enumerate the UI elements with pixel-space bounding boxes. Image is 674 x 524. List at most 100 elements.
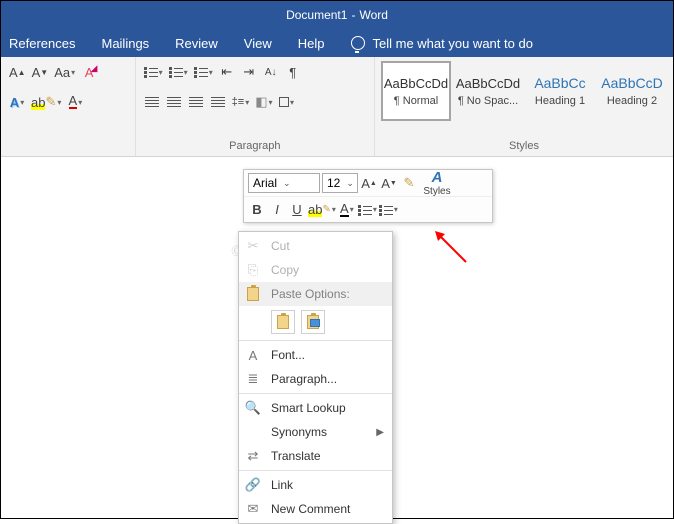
paragraph-icon: ≣ [245,371,261,387]
align-right-icon [189,97,203,107]
separator [239,393,392,394]
style-no-spacing[interactable]: AaBbCcDd ¶ No Spac... [453,61,523,121]
copy-icon: ⎘ [245,262,261,278]
tab-view[interactable]: View [244,36,272,51]
multilevel-list-button[interactable]: ▾ [192,61,215,83]
align-left-icon [145,97,159,107]
ctx-synonyms[interactable]: Synonyms ▶ [239,420,392,444]
tell-me-label: Tell me what you want to do [373,36,533,51]
align-left-button[interactable] [142,91,162,113]
translate-icon: ⇄ [245,448,261,464]
shading-button[interactable]: ◧▾ [253,91,274,113]
numbering-icon [379,204,393,216]
styles-group-label: Styles [381,138,667,154]
tab-mailings[interactable]: Mailings [101,36,149,51]
title-separator: - [351,8,355,22]
increase-indent-button[interactable]: ⇥ [239,61,259,83]
mini-grow-font-button[interactable]: A▲ [360,173,378,193]
context-menu: ✂ Cut ⎘ Copy Paste Options: A Font... ≣ … [238,231,393,524]
separator [239,340,392,341]
mini-bold-button[interactable]: B [248,200,266,220]
bullets-icon [358,204,372,216]
ribbon-tabs: References Mailings Review View Help Tel… [1,29,673,57]
ctx-paste-options-header: Paste Options: [239,282,392,306]
decrease-indent-button[interactable]: ⇤ [217,61,237,83]
numbering-button[interactable]: ▾ [167,61,190,83]
mini-font-color-button[interactable]: A▾ [338,200,356,220]
mini-underline-button[interactable]: U [288,200,306,220]
text-effects-button[interactable]: A▾ [7,91,27,113]
line-spacing-button[interactable]: ‡≡▾ [230,91,252,113]
justify-icon [211,97,225,107]
smart-lookup-icon: 🔍 [245,400,261,416]
mini-styles-button[interactable]: A Styles [420,169,454,197]
lightbulb-icon [351,36,365,50]
ctx-translate[interactable]: ⇄ Translate [239,444,392,468]
clipboard-picture-icon [307,315,319,329]
numbering-icon [169,66,183,78]
mini-shrink-font-button[interactable]: A▼ [380,173,398,193]
clipboard-icon [277,315,289,329]
multilevel-icon [194,66,208,78]
grow-font-button[interactable]: A▲ [7,61,28,83]
align-right-button[interactable] [186,91,206,113]
mini-numbering-button[interactable]: ▾ [379,200,398,220]
bullets-button[interactable]: ▾ [142,61,165,83]
mini-highlight-button[interactable]: ab✎▾ [308,200,336,220]
mini-font-size-select[interactable]: 12⌄ [322,173,358,193]
ribbon: A▲ A▼ Aa▾ A◢ A▾ ab✎▾ A▾ ▾ ▾ ▾ ⇤ ⇥ A↓ ¶ [1,57,673,157]
borders-button[interactable]: ▾ [277,91,297,113]
font-color-button[interactable]: A▾ [65,91,85,113]
title-bar: Document1 - Word [1,1,673,29]
ctx-paragraph[interactable]: ≣ Paragraph... [239,367,392,391]
bullets-icon [144,66,158,78]
show-hide-marks-button[interactable]: ¶ [283,61,303,83]
paragraph-group-label: Paragraph [142,138,368,154]
mini-font-family-select[interactable]: Arial⌄ [248,173,320,193]
justify-button[interactable] [208,91,228,113]
style-gallery: AaBbCcDd ¶ Normal AaBbCcDd ¶ No Spac... … [381,61,667,121]
tell-me-search[interactable]: Tell me what you want to do [351,36,533,51]
mini-toolbar: Arial⌄ 12⌄ A▲ A▼ ✎ A Styles B I U ab✎▾ A… [243,169,493,223]
highlight-button[interactable]: ab✎▾ [29,91,63,113]
ribbon-group-font: A▲ A▼ Aa▾ A◢ A▾ ab✎▾ A▾ [1,57,136,156]
tab-references[interactable]: References [9,36,75,51]
ctx-cut: ✂ Cut [239,234,392,258]
styles-icon: A [432,169,443,186]
mini-italic-button[interactable]: I [268,200,286,220]
tab-help[interactable]: Help [298,36,325,51]
align-center-button[interactable] [164,91,184,113]
ctx-new-comment[interactable]: ✉ New Comment [239,497,392,521]
align-center-icon [167,97,181,107]
paste-options-row [239,306,392,338]
mini-bullets-button[interactable]: ▾ [358,200,377,220]
link-icon: 🔗 [245,477,261,493]
paste-keep-source-button[interactable] [271,310,295,334]
mini-format-painter-button[interactable]: ✎ [400,173,418,193]
ctx-copy: ⎘ Copy [239,258,392,282]
style-heading-1[interactable]: AaBbCc Heading 1 [525,61,595,121]
ctx-smart-lookup[interactable]: 🔍 Smart Lookup [239,396,392,420]
paste-picture-button[interactable] [301,310,325,334]
style-normal[interactable]: AaBbCcDd ¶ Normal [381,61,451,121]
tab-review[interactable]: Review [175,36,218,51]
document-name: Document1 [286,8,347,22]
cut-icon: ✂ [245,238,261,254]
style-heading-2[interactable]: AaBbCcD Heading 2 [597,61,667,121]
change-case-button[interactable]: Aa▾ [52,61,77,83]
separator [239,470,392,471]
app-name: Word [359,8,387,22]
comment-icon: ✉ [245,501,261,517]
ribbon-group-styles: AaBbCcDd ¶ Normal AaBbCcDd ¶ No Spac... … [375,57,673,156]
font-group-label [7,138,129,154]
ctx-link[interactable]: 🔗 Link [239,473,392,497]
shrink-font-button[interactable]: A▼ [30,61,51,83]
sort-button[interactable]: A↓ [261,61,281,83]
font-icon: A [245,347,261,363]
blank-icon [245,424,261,440]
paste-icon [245,286,261,302]
submenu-arrow-icon: ▶ [376,427,384,438]
ribbon-group-paragraph: ▾ ▾ ▾ ⇤ ⇥ A↓ ¶ ‡≡▾ ◧▾ ▾ Paragraph [136,57,375,156]
ctx-font[interactable]: A Font... [239,343,392,367]
clear-formatting-button[interactable]: A◢ [79,61,99,83]
